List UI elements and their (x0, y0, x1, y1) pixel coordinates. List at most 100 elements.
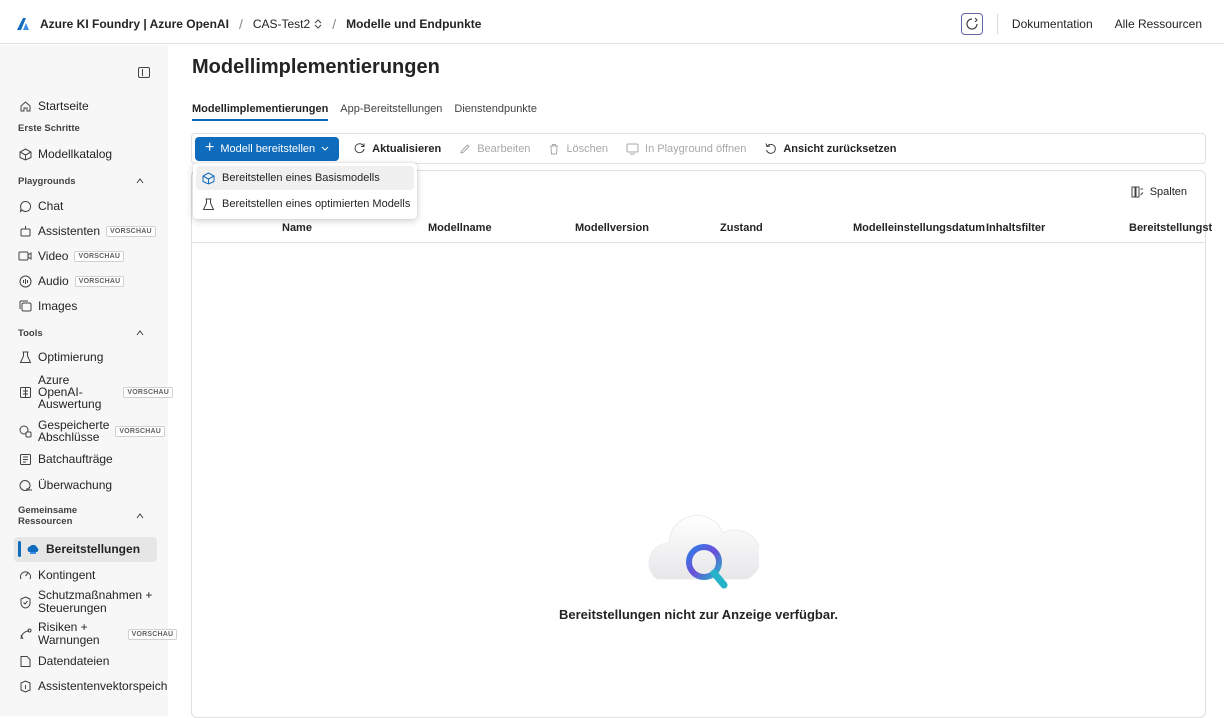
sidebar-item-label: Assistentenvektorspeich (38, 679, 168, 693)
sidebar-item-audio[interactable]: Audio VORSCHAU (18, 274, 125, 288)
column-header-deployment-type[interactable]: Bereitstellungst (1129, 222, 1212, 234)
chat-icon (18, 199, 32, 213)
breadcrumb: Azure KI Foundry | Azure OpenAI / CAS-Te… (16, 16, 481, 32)
sidebar-item-risks[interactable]: Risiken + Warnungen VORSCHAU (18, 621, 178, 647)
breadcrumb-separator: / (238, 16, 243, 32)
collapse-sidebar-icon[interactable] (138, 67, 150, 78)
undo-icon (765, 143, 777, 154)
preview-badge: VORSCHAU (123, 386, 174, 398)
chevron-up-icon[interactable] (136, 329, 144, 337)
preview-badge: VORSCHAU (115, 425, 166, 437)
sidebar-item-label: Überwachung (38, 478, 113, 492)
column-header-model-version[interactable]: Modellversion (575, 222, 649, 234)
section-getting-started: Erste Schritte (18, 123, 80, 134)
chevron-up-icon[interactable] (136, 177, 144, 185)
pencil-icon (460, 143, 470, 154)
home-icon (18, 99, 32, 113)
sidebar-item-model-catalog[interactable]: Modellkatalog (18, 147, 112, 161)
refresh-label: Aktualisieren (372, 142, 442, 155)
section-label: Gemeinsame (18, 505, 78, 516)
sidebar-item-batch-jobs[interactable]: Batchaufträge (18, 452, 113, 466)
delete-button[interactable]: Löschen (548, 143, 608, 155)
sidebar-item-label: Chat (38, 199, 64, 213)
documentation-link[interactable]: Dokumentation (1012, 17, 1093, 31)
edit-label: Bearbeiten (477, 142, 531, 155)
sidebar-item-video[interactable]: Video VORSCHAU (18, 249, 125, 263)
cube-icon (202, 171, 215, 185)
sidebar-item-label: Modellkatalog (38, 147, 113, 161)
column-header-model-settings-date[interactable]: Modelleinstellungsdatum (853, 222, 985, 234)
active-item-indicator (18, 541, 21, 557)
sidebar-item-label: Warnungen (38, 633, 100, 647)
menu-item-label: Bereitstellen eines Basismodells (222, 172, 380, 184)
reset-view-button[interactable]: Ansicht zurücksetzen (764, 142, 896, 155)
section-label: Ressourcen (18, 516, 73, 527)
app-name-link[interactable]: Azure KI Foundry | Azure OpenAI (40, 17, 229, 31)
sidebar-item-label: Batchaufträge (38, 452, 113, 466)
table-header-row: Name Modellname Modellversion Zustand Mo… (192, 217, 1212, 243)
sidebar-item-chat[interactable]: Chat (18, 199, 63, 213)
playground-icon (626, 143, 639, 154)
sidebar-item-data-files[interactable]: Datendateien (18, 654, 109, 668)
refresh-icon (354, 143, 365, 154)
column-header-model-name[interactable]: Modellname (428, 222, 492, 234)
column-header-content-filter[interactable]: Inhaltsfilter (986, 222, 1045, 234)
sidebar-item-home[interactable]: Startseite (18, 99, 89, 113)
tab-app-deployments[interactable]: App-Bereitstellungen (340, 103, 442, 121)
batch-icon (18, 452, 32, 466)
sidebar-item-vector-stores[interactable]: Assistentenvektorspeich (18, 679, 167, 693)
page-title: Modellimplementierungen (192, 56, 440, 78)
deployments-icon (26, 542, 40, 556)
whats-new-button[interactable] (960, 13, 983, 35)
cube-icon (18, 147, 32, 161)
edit-button[interactable]: Bearbeiten (459, 143, 530, 155)
open-in-playground-label: In Playground öffnen (645, 142, 747, 155)
chevron-up-icon[interactable] (136, 512, 144, 520)
sidebar-item-label: Assistenten (38, 224, 101, 238)
section-tools: Tools (18, 328, 43, 339)
columns-button[interactable]: Spalten (1131, 186, 1187, 198)
project-switcher[interactable]: CAS-Test2 (253, 17, 322, 31)
menu-item-deploy-base-model[interactable]: Bereitstellen eines Basismodells (196, 166, 414, 190)
column-header-state[interactable]: Zustand (720, 222, 763, 234)
deploy-model-menu: Bereitstellen eines Basismodells Bereits… (193, 163, 417, 219)
open-in-playground-button[interactable]: In Playground öffnen (626, 143, 746, 155)
tab-list: Modellimplementierungen App-Bereitstellu… (192, 103, 537, 121)
sidebar-item-label: Images (38, 299, 78, 313)
video-icon (18, 249, 32, 263)
azure-ai-logo-icon (17, 18, 29, 30)
sidebar-item-optimization[interactable]: Optimierung (18, 350, 103, 364)
breadcrumb-separator: / (332, 16, 337, 32)
sidebar-item-label: Abschlüsse (38, 430, 100, 444)
top-bar: Azure KI Foundry | Azure OpenAI / CAS-Te… (0, 0, 1224, 44)
preview-badge: VORSCHAU (106, 225, 156, 237)
sidebar-item-safety[interactable]: Schutzmaßnahmen + Steuerungen (18, 589, 152, 615)
reset-view-label: Ansicht zurücksetzen (783, 142, 897, 155)
sidebar-item-stored-completions[interactable]: Gespeicherte Abschlüsse VORSCHAU (18, 419, 166, 444)
plus-icon: + (205, 138, 215, 156)
delete-label: Löschen (566, 142, 609, 155)
tab-service-endpoints[interactable]: Dienstendpunkte (454, 103, 537, 121)
sidebar-item-images[interactable]: Images (18, 299, 77, 313)
beaker-icon (18, 350, 32, 364)
refresh-button[interactable]: Aktualisieren (353, 142, 441, 155)
preview-badge: VORSCHAU (127, 628, 178, 640)
monitoring-icon (18, 478, 32, 492)
beaker-icon (202, 198, 215, 210)
tab-model-deployments[interactable]: Modellimplementierungen (192, 103, 329, 121)
sidebar-item-evaluation[interactable]: Azure OpenAI- Auswertung VORSCHAU (18, 374, 174, 410)
stored-completions-icon (18, 424, 32, 438)
sidebar-item-assistants[interactable]: Assistenten VORSCHAU (18, 224, 156, 238)
menu-item-deploy-finetuned-model[interactable]: Bereitstellen eines optimierten Modells (196, 192, 414, 216)
sidebar-item-monitoring[interactable]: Überwachung (18, 478, 112, 492)
sidebar-item-label: Datendateien (38, 654, 110, 668)
deploy-model-button[interactable]: + Modell bereitstellen (195, 136, 340, 161)
audio-icon (18, 274, 32, 288)
bot-icon (18, 224, 32, 238)
column-header-name[interactable]: Name (282, 222, 312, 234)
all-resources-link[interactable]: Alle Ressourcen (1115, 17, 1202, 31)
sidebar-item-label: Bereitstellungen (46, 542, 141, 556)
sidebar-item-deployments[interactable]: Bereitstellungen (26, 542, 140, 556)
sidebar-item-quota[interactable]: Kontingent (18, 568, 95, 582)
trash-icon (550, 143, 559, 154)
